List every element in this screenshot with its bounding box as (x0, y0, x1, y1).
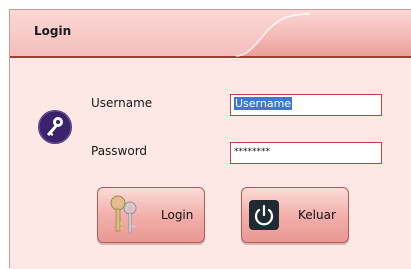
username-value: Username (234, 97, 293, 110)
login-window: Login Username Username Password *******… (9, 9, 411, 269)
power-icon (249, 200, 279, 230)
exit-button[interactable]: Keluar (241, 187, 349, 243)
keys-icon (110, 195, 137, 234)
exit-button-label: Keluar (298, 208, 336, 222)
title-bar: Login (10, 10, 411, 58)
window-title: Login (34, 24, 72, 38)
password-input[interactable]: ******** (230, 142, 382, 164)
password-value: ******** (234, 147, 270, 157)
password-label: Password (91, 144, 148, 158)
login-button[interactable]: Login (97, 187, 205, 243)
key-icon (38, 110, 72, 144)
username-input[interactable]: Username (230, 94, 382, 116)
username-label: Username (91, 96, 153, 110)
login-button-label: Login (161, 208, 194, 222)
